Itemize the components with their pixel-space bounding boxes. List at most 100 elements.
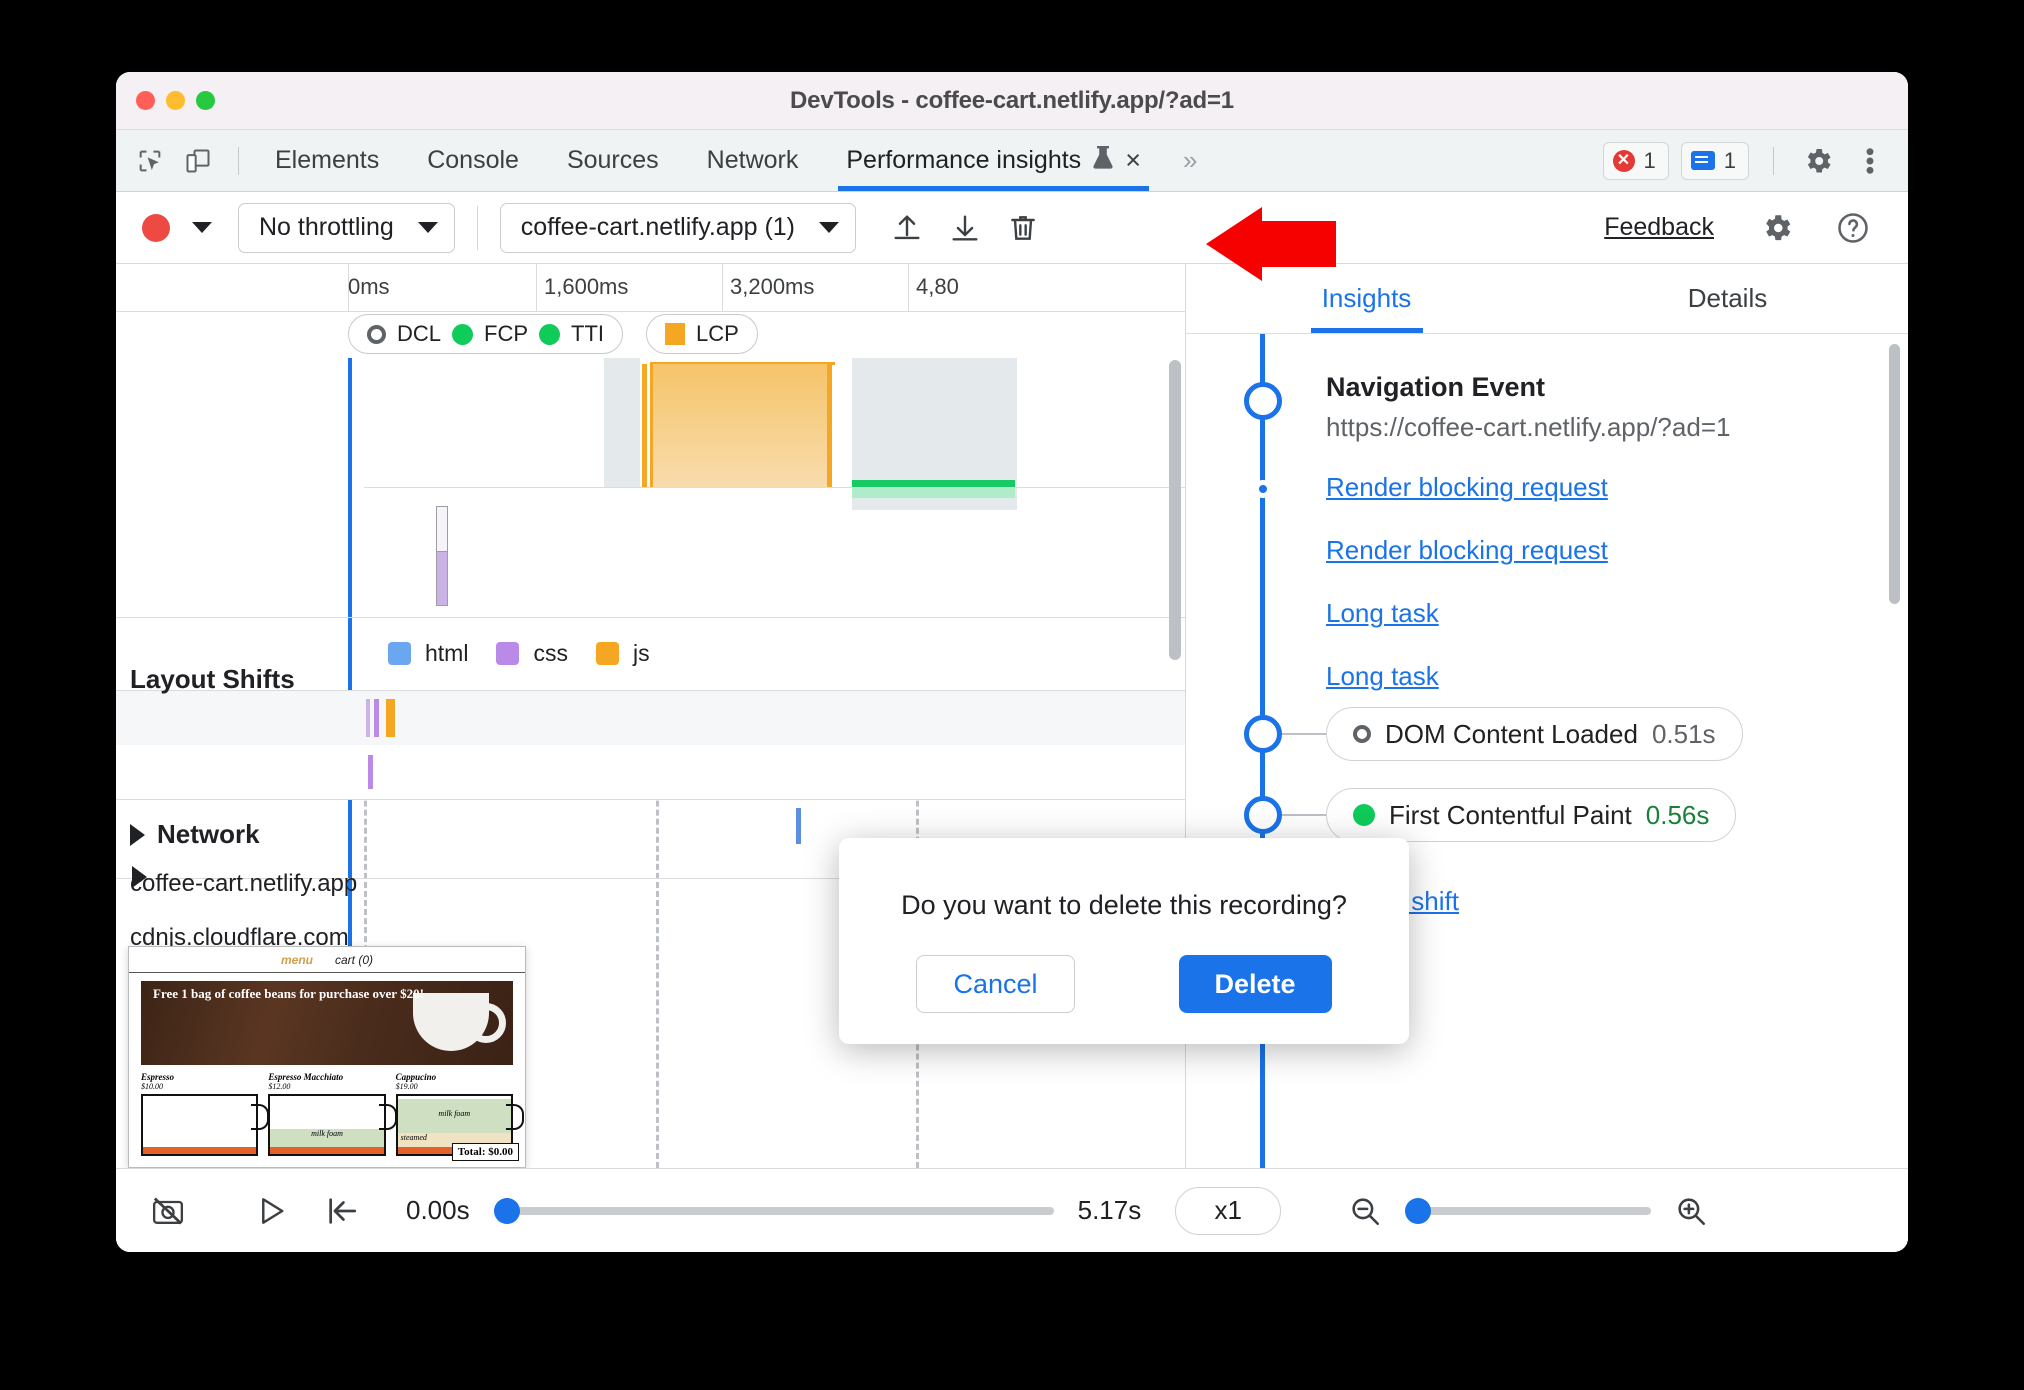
event-chip-first-contentful-paint[interactable]: First Contentful Paint 0.56s (1326, 788, 1737, 842)
thumb-item: Espresso $10.00 (141, 1072, 270, 1156)
ruler-label: 1,600ms (544, 274, 629, 299)
insight-link-render-blocking-2[interactable]: Render blocking request (1326, 535, 1608, 566)
trash-icon[interactable] (998, 203, 1048, 253)
zoom-slider[interactable] (1405, 1197, 1652, 1224)
insight-link-long-task-1[interactable]: Long task (1326, 598, 1439, 629)
page-select[interactable]: coffee-cart.netlify.app (1) (499, 202, 857, 253)
cancel-button[interactable]: Cancel (916, 955, 1075, 1013)
green-dot-icon (1353, 804, 1375, 826)
zoom-in-icon[interactable] (1665, 1185, 1717, 1237)
gear-icon[interactable] (1752, 203, 1802, 253)
error-count-badge[interactable]: ✕ 1 (1602, 141, 1669, 180)
window-title: DevTools - coffee-cart.netlify.app/?ad=1 (790, 86, 1234, 114)
more-options-icon[interactable] (1850, 141, 1890, 181)
upload-icon[interactable] (882, 203, 932, 253)
navigation-event-title: Navigation Event (1326, 372, 1546, 402)
inspect-element-icon[interactable] (130, 141, 170, 181)
title-bar: DevTools - coffee-cart.netlify.app/?ad=1 (116, 72, 1908, 130)
chevron-down-icon[interactable] (192, 222, 212, 233)
thumb-item-fill: milk foam (397, 1099, 511, 1133)
timeline-marker-chips: DCL FCP TTI LCP (116, 312, 1185, 358)
more-tabs-icon[interactable]: » (1165, 145, 1215, 176)
navigation-event-url: https://coffee-cart.netlify.app/?ad=1 (1326, 412, 1731, 442)
feedback-link[interactable]: Feedback (1604, 213, 1718, 242)
marker-label: TTI (571, 321, 605, 346)
performance-toolbar: No throttling coffee-cart.netlify.app (1… (116, 192, 1908, 264)
event-chip-dom-content-loaded[interactable]: DOM Content Loaded 0.51s (1326, 707, 1743, 761)
thumb-item-name: Espresso (141, 1072, 175, 1082)
green-dot-icon (452, 323, 474, 345)
insight-link-long-task-2[interactable]: Long task (1326, 661, 1439, 692)
tab-elements[interactable]: Elements (251, 130, 403, 191)
screenshot-thumbnail[interactable]: menu cart (0) Free 1 bag of coffee beans… (128, 946, 526, 1168)
layout-shift-track[interactable] (364, 358, 1185, 618)
thumb-item-name: Cappucino (395, 1072, 437, 1082)
network-request-row[interactable] (116, 745, 1185, 799)
node-dom-content-loaded[interactable] (1244, 715, 1282, 753)
marker-chip-dcl-fcp-tti[interactable]: DCL FCP TTI (348, 314, 624, 354)
tab-label: Performance insights (846, 146, 1082, 174)
jump-to-start-icon[interactable] (316, 1185, 368, 1237)
panel-tabs: Elements Console Sources Network Perform… (251, 130, 1215, 191)
orange-square-icon (665, 323, 685, 345)
network-bar (796, 808, 801, 844)
help-icon[interactable] (1828, 203, 1878, 253)
node-navigation[interactable] (1244, 382, 1282, 420)
delete-recording-dialog: Do you want to delete this recording? Ca… (839, 838, 1409, 1044)
green-dot-icon (539, 323, 561, 345)
network-request-row[interactable] (116, 691, 1185, 745)
playback-speed-chip[interactable]: x1 (1175, 1186, 1282, 1235)
marker-chip-lcp[interactable]: LCP (646, 314, 758, 354)
coffee-cup-icon (413, 993, 506, 1051)
message-count-badge[interactable]: 1 (1680, 141, 1749, 180)
mug-icon: milk foam (268, 1094, 398, 1156)
close-icon[interactable]: × (1125, 147, 1141, 174)
marker-label: LCP (696, 321, 739, 346)
tab-sources[interactable]: Sources (543, 130, 683, 191)
triangle-right-icon[interactable] (130, 823, 145, 846)
network-row-label: coffee-cart.netlify.app (130, 870, 358, 897)
thumb-cart-label: cart (0) (335, 952, 374, 967)
track-header-network[interactable]: Network (130, 819, 260, 850)
device-toolbar-icon[interactable] (178, 141, 218, 181)
ring-icon (1353, 725, 1371, 743)
play-icon[interactable] (246, 1185, 298, 1237)
track-label-layout-shifts: Layout Shifts (130, 664, 295, 694)
legend-swatch-html (388, 642, 411, 665)
timeline-scrollbar[interactable] (1169, 360, 1181, 660)
tab-performance-insights[interactable]: Performance insights × (822, 130, 1165, 191)
throttling-select[interactable]: No throttling (238, 202, 455, 253)
tab-console[interactable]: Console (403, 130, 543, 191)
tab-label: Elements (275, 146, 380, 174)
thumb-total-label: Total: $0.00 (451, 1143, 519, 1161)
thumb-item-price: $10.00 (141, 1082, 163, 1091)
time-range-slider[interactable] (493, 1197, 1054, 1224)
tab-network[interactable]: Network (683, 130, 823, 191)
delete-button[interactable]: Delete (1178, 955, 1332, 1013)
gear-icon[interactable] (1798, 141, 1838, 181)
error-icon: ✕ (1612, 149, 1635, 172)
ruler-label: 0ms (348, 274, 390, 299)
node-marker[interactable] (1254, 480, 1272, 498)
mug-icon (141, 1094, 270, 1156)
legend-swatch-css (496, 642, 520, 665)
ruler-label: 4,80 (916, 274, 959, 299)
node-first-contentful-paint[interactable] (1244, 796, 1282, 834)
playback-toolbar: 0.00s 5.17s x1 (116, 1168, 1908, 1252)
download-icon[interactable] (940, 203, 990, 253)
tab-details[interactable]: Details (1547, 264, 1908, 333)
slider-knob-start[interactable] (493, 1197, 520, 1224)
thumb-item-price: $19.00 (395, 1082, 418, 1091)
insights-scrollbar[interactable] (1889, 344, 1900, 604)
timeline-ruler[interactable]: 0ms 1,600ms 3,200ms 4,80 (116, 264, 1185, 312)
page-value: coffee-cart.netlify.app (1) (520, 213, 796, 241)
zoom-slider-knob[interactable] (1405, 1197, 1432, 1224)
screenshots-off-icon[interactable] (142, 1185, 194, 1237)
insight-link-render-blocking-1[interactable]: Render blocking request (1326, 472, 1608, 503)
legend-label: js (632, 640, 650, 666)
zoom-out-icon[interactable] (1339, 1185, 1391, 1237)
layout-shift-bar-top (436, 506, 448, 552)
thumb-banner-text: Free 1 bag of coffee beans for purchase … (153, 986, 424, 1001)
record-circle-icon[interactable] (142, 213, 170, 242)
chevron-down-icon (417, 222, 438, 233)
